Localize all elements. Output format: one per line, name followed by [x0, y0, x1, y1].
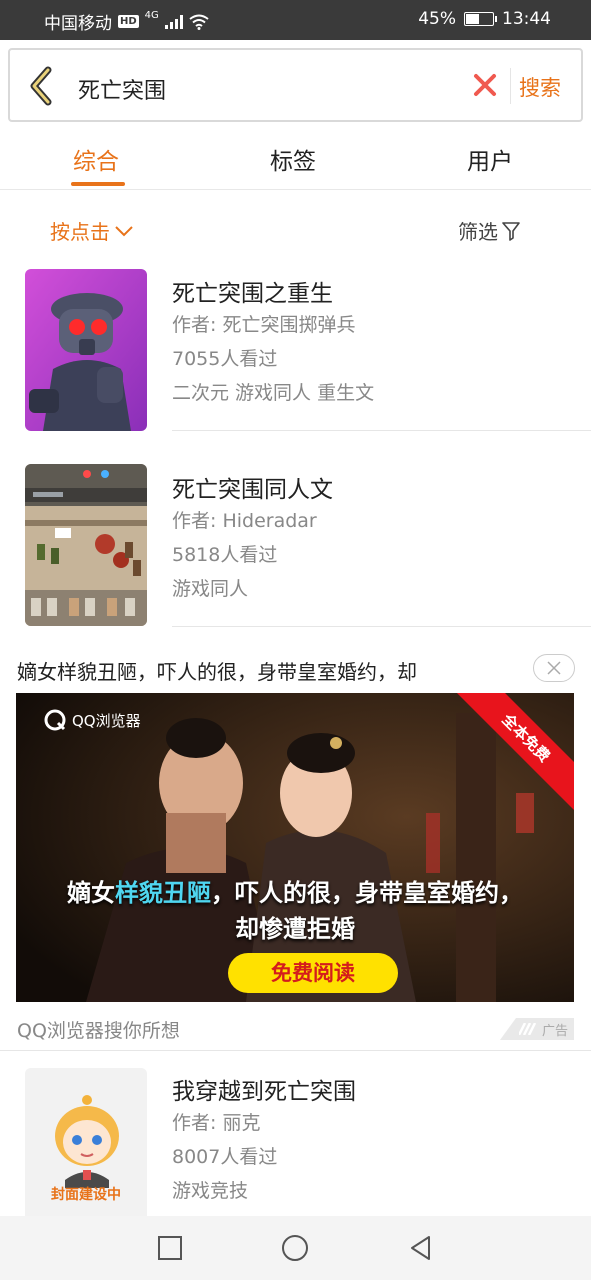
search-button[interactable]: 搜索 — [519, 72, 561, 102]
book-cover: 封面建设中 — [25, 1068, 147, 1230]
status-bar: 中国移动 HD 4G 45% 13:44 — [0, 0, 591, 40]
ad-caption-line2: 却惨遭拒婚 — [235, 915, 355, 943]
sort-label: 按点击 — [50, 220, 110, 244]
close-icon — [547, 661, 561, 675]
ad-caption: 嫡女样貌丑陋，吓人的很，身带皇室婚约， 却惨遭拒婚 — [16, 875, 574, 947]
battery-fill — [466, 14, 479, 24]
carrier-label: 中国移动 — [44, 14, 112, 34]
divider — [172, 430, 591, 431]
book-title: 我穿越到死亡突围 — [172, 1079, 356, 1105]
recents-icon[interactable] — [156, 1234, 184, 1262]
book-views: 8007人看过 — [172, 1146, 278, 1168]
ad-stripes-icon — [518, 1023, 537, 1035]
book-tags: 二次元 游戏同人 重生文 — [172, 382, 375, 404]
book-tags: 游戏同人 — [172, 578, 249, 600]
book-cover — [25, 464, 147, 626]
search-divider — [510, 68, 511, 104]
ad-cta-button[interactable]: 免费阅读 — [228, 953, 398, 993]
home-icon[interactable] — [281, 1234, 309, 1262]
hd-badge: HD — [118, 15, 139, 28]
list-item[interactable]: 死亡突围之重生 作者: 死亡突围掷弹兵 7055人看过 二次元 游戏同人 重生文 — [0, 268, 591, 432]
filter-label: 筛选 — [458, 220, 498, 244]
clear-icon[interactable] — [472, 72, 498, 98]
ad-caption-rest: ，吓人的很，身带皇室婚约， — [211, 879, 523, 907]
back-icon[interactable] — [26, 66, 56, 106]
ad-caption-highlight: 样貌丑陋 — [115, 879, 211, 907]
back-nav-icon[interactable] — [407, 1234, 435, 1262]
book-views: 5818人看过 — [172, 544, 278, 566]
cover-placeholder-label: 封面建设中 — [51, 1187, 121, 1203]
ad-caption-prefix: 嫡女 — [67, 879, 115, 907]
filter-button[interactable]: 筛选 — [458, 216, 520, 245]
book-views: 7055人看过 — [172, 348, 278, 370]
divider — [172, 626, 591, 627]
battery-icon — [464, 12, 497, 26]
ad-brand-label: QQ浏览器 — [72, 711, 141, 730]
ad-headline[interactable]: 嫡女样貌丑陋，吓人的很，身带皇室婚约，却 — [17, 656, 517, 685]
book-author: 作者: 丽克 — [172, 1112, 261, 1134]
system-nav-bar — [0, 1216, 591, 1280]
wifi-icon — [189, 14, 209, 30]
clock: 13:44 — [502, 9, 551, 29]
search-input[interactable]: 死亡突围 — [78, 73, 166, 105]
book-tags: 游戏竞技 — [172, 1180, 249, 1202]
book-author: 作者: 死亡突围掷弹兵 — [172, 314, 356, 336]
funnel-icon — [502, 221, 520, 241]
tab-bar: 综合 标签 用户 — [0, 130, 591, 190]
divider — [0, 1050, 591, 1051]
search-bar: 死亡突围 搜索 — [8, 48, 583, 122]
network-type: 4G — [144, 10, 159, 21]
tab-tags[interactable]: 标签 — [270, 142, 316, 176]
ad-tag-text: 广告 — [541, 1023, 568, 1039]
ad-banner[interactable]: QQ浏览器 全本免费 嫡女样貌丑陋，吓人的很，身带皇室婚约， 却惨遭拒婚 免费阅… — [16, 693, 574, 1002]
placeholder-mascot — [25, 1068, 147, 1230]
tab-users[interactable]: 用户 — [467, 142, 513, 176]
ad-label-badge: 广告 — [500, 1018, 574, 1040]
ad-close-button[interactable] — [533, 654, 575, 682]
tab-active-indicator — [71, 182, 125, 186]
book-cover — [25, 269, 147, 431]
list-item[interactable]: 封面建设中 我穿越到死亡突围 作者: 丽克 8007人看过 游戏竞技 — [0, 1068, 591, 1230]
battery-percent: 45% — [418, 9, 456, 29]
book-title: 死亡突围同人文 — [172, 477, 333, 503]
list-item[interactable]: 死亡突围同人文 作者: Hideradar 5818人看过 游戏同人 — [0, 464, 591, 628]
book-title: 死亡突围之重生 — [172, 281, 333, 307]
book-author: 作者: Hideradar — [172, 510, 317, 532]
ad-source: QQ浏览器搜你所想 — [17, 1020, 180, 1042]
ad-brand: QQ浏览器 — [44, 709, 141, 731]
qq-browser-icon — [44, 709, 66, 731]
signal-icon — [164, 14, 183, 29]
tab-comprehensive[interactable]: 综合 — [73, 142, 119, 176]
chevron-down-icon — [115, 225, 133, 236]
sort-dropdown[interactable]: 按点击 — [50, 216, 134, 245]
